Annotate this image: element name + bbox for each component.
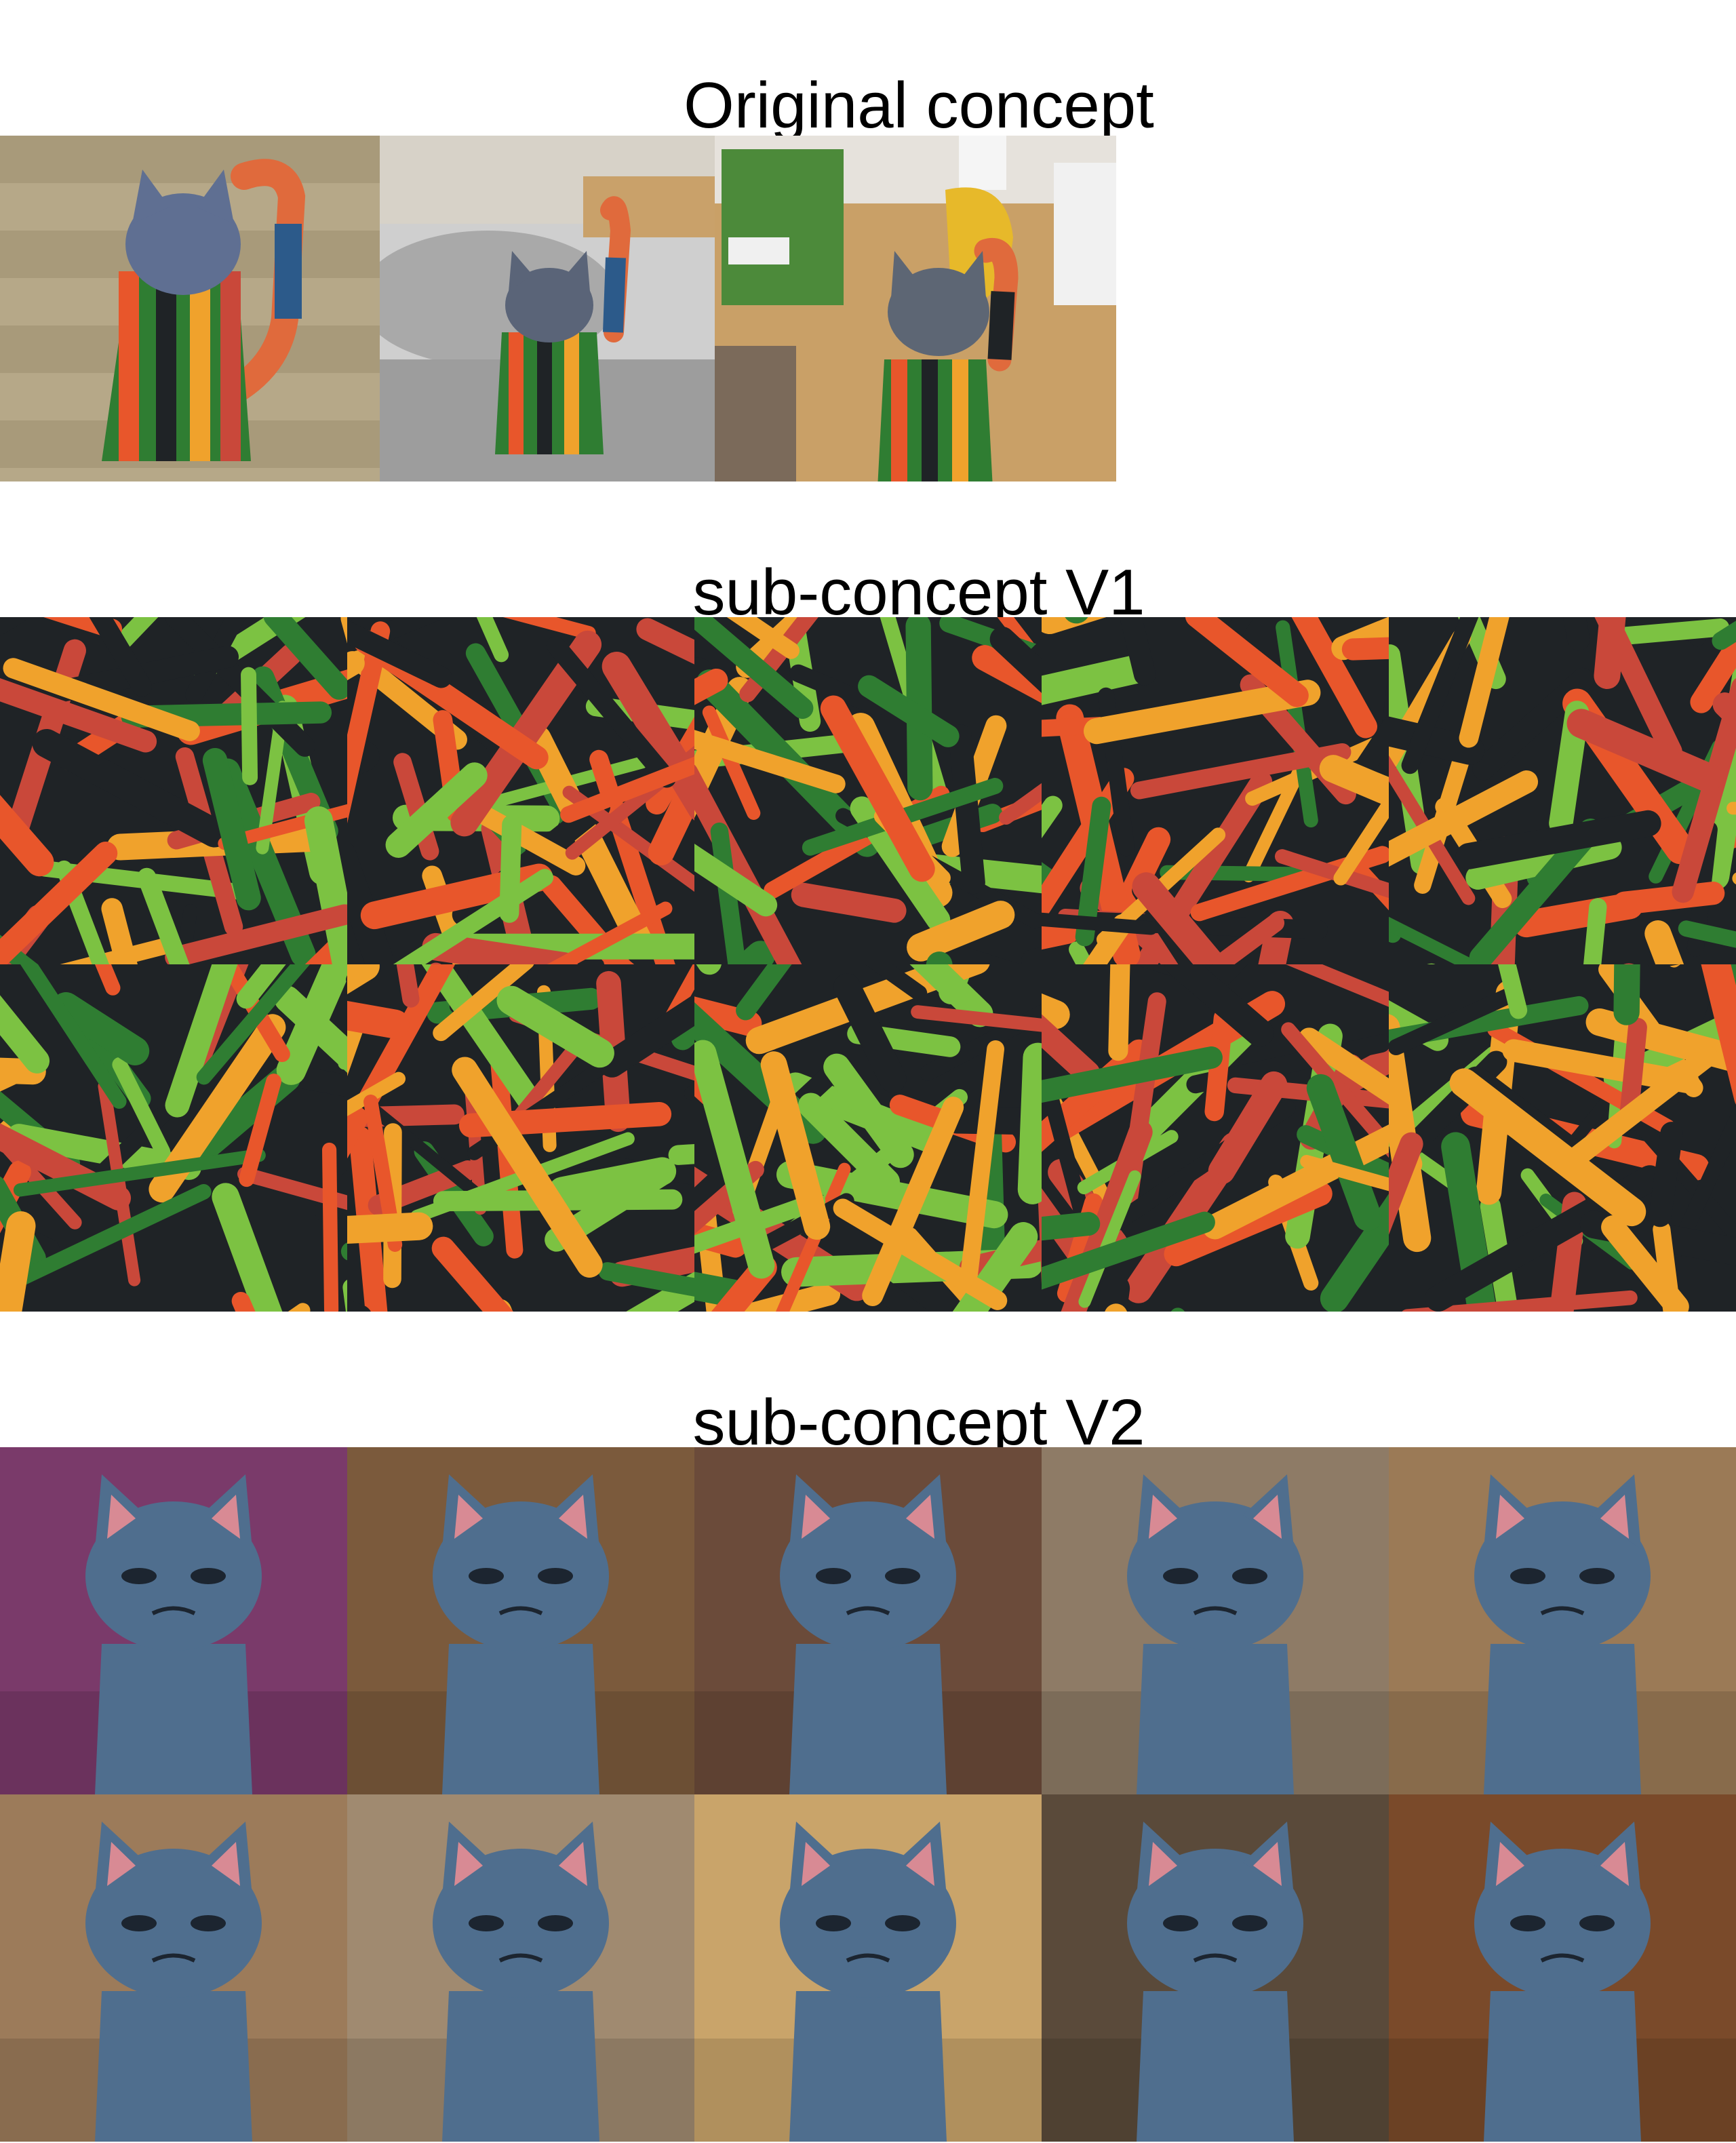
v1-image xyxy=(0,964,347,1312)
v2-image xyxy=(347,1447,694,1794)
v2-image xyxy=(694,1447,1042,1794)
original-photo-desk xyxy=(715,136,1116,481)
v1-image xyxy=(1389,964,1736,1312)
v1-image xyxy=(1389,617,1736,964)
original-photo-couch xyxy=(380,136,715,481)
section-title-original: Original concept xyxy=(684,69,1154,142)
v2-image xyxy=(1042,1447,1389,1794)
v1-image xyxy=(0,617,347,964)
v1-image xyxy=(694,617,1042,964)
v1-image xyxy=(347,964,694,1312)
v2-image xyxy=(1042,1794,1389,2142)
v2-image xyxy=(0,1447,347,1794)
original-photo-carpet xyxy=(0,136,380,481)
section-title-v2: sub-concept V2 xyxy=(692,1386,1145,1459)
v1-image xyxy=(694,964,1042,1312)
v2-image xyxy=(1389,1794,1736,2142)
section-title-v1: sub-concept V1 xyxy=(692,556,1145,629)
v2-image xyxy=(1389,1447,1736,1794)
v1-image xyxy=(347,617,694,964)
v2-image xyxy=(694,1794,1042,2142)
v1-image xyxy=(1042,964,1389,1312)
v2-image xyxy=(347,1794,694,2142)
v1-image xyxy=(1042,617,1389,964)
v2-image xyxy=(0,1794,347,2142)
